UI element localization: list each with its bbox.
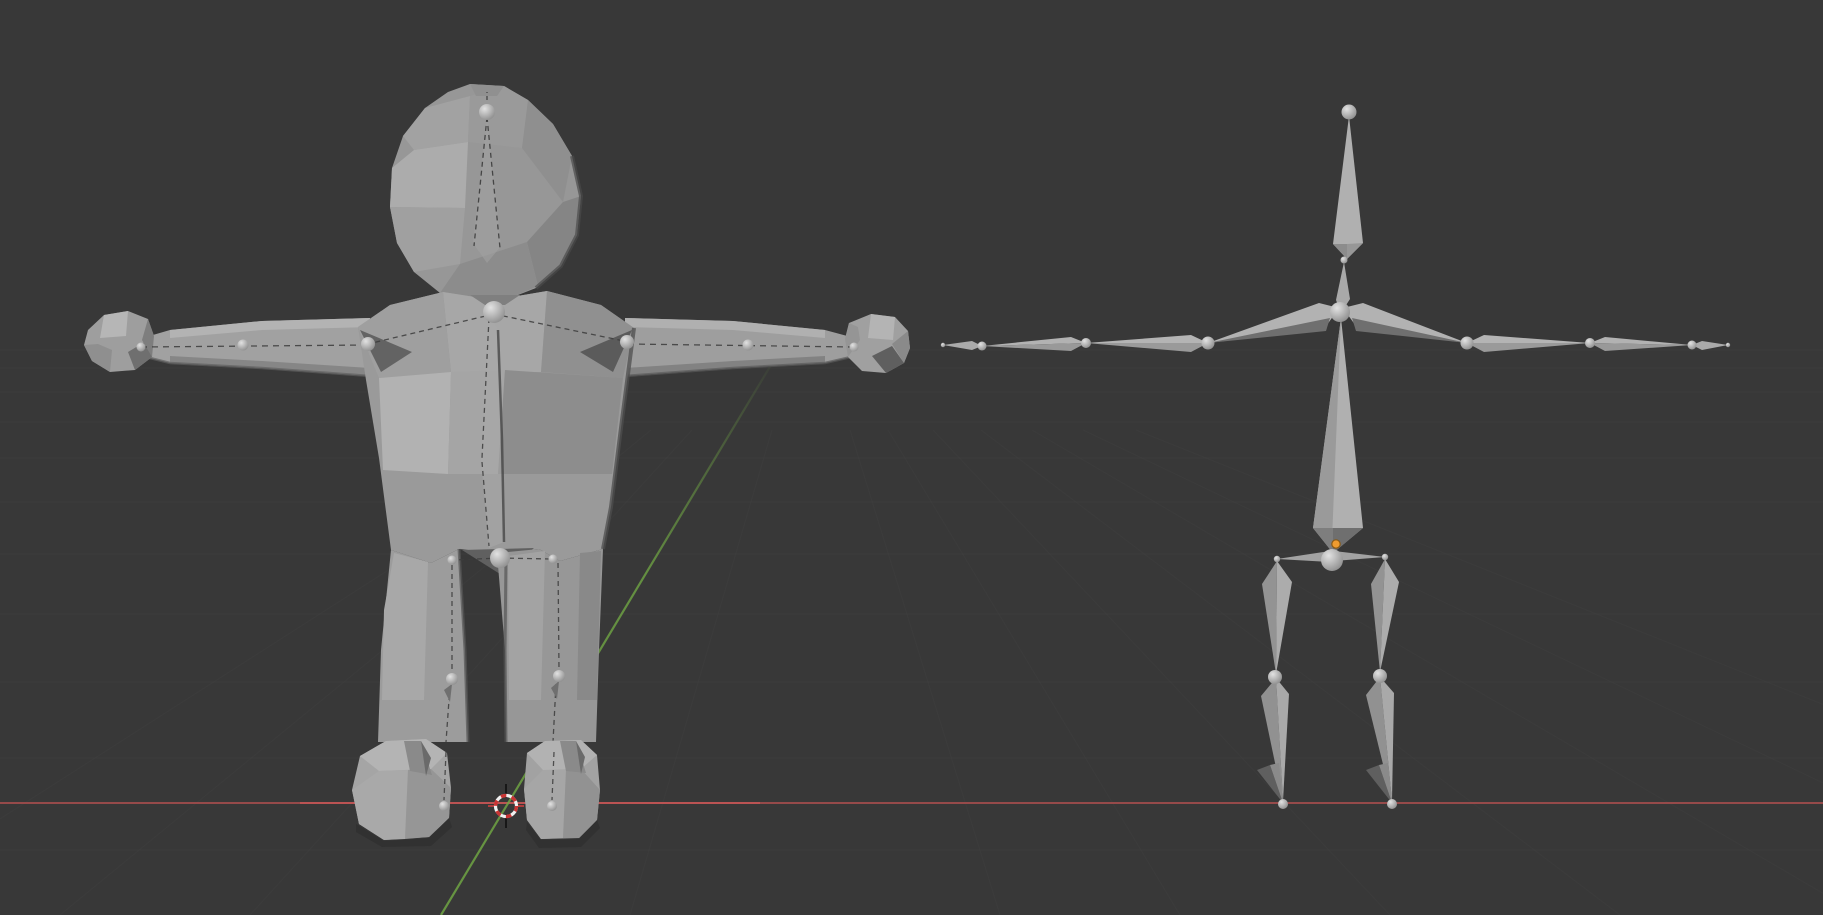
character-shape	[508, 551, 545, 700]
character-shape	[361, 337, 375, 351]
armature-shape	[1688, 341, 1697, 350]
character-shape	[743, 340, 754, 351]
armature-shape	[1081, 338, 1091, 348]
character-shape	[868, 314, 895, 340]
armature-shape	[1332, 540, 1340, 548]
character-shape	[483, 301, 505, 323]
armature-shape	[1382, 554, 1388, 560]
armature-shape	[1341, 257, 1348, 264]
character-shape	[100, 311, 128, 338]
viewport-canvas	[0, 0, 1823, 915]
armature-shape	[1268, 670, 1282, 684]
blender-3d-viewport[interactable]	[0, 0, 1823, 915]
armature-shape	[1278, 799, 1288, 809]
armature-shape	[1321, 549, 1343, 571]
armature-shape	[1387, 799, 1397, 809]
character-shape	[549, 555, 558, 564]
character-shape	[577, 551, 601, 700]
armature-shape	[978, 342, 987, 351]
character-shape	[498, 370, 623, 474]
character-shape	[137, 343, 146, 352]
character-shape	[446, 673, 458, 685]
armature-shape	[1330, 302, 1350, 322]
character-shape	[620, 335, 634, 349]
character-shape	[238, 340, 249, 351]
armature-shape	[1373, 669, 1387, 683]
character-shape	[448, 556, 457, 565]
character-shape	[490, 548, 510, 568]
character-shape	[439, 801, 449, 811]
armature-shape	[1202, 337, 1215, 350]
character-shape	[505, 556, 506, 742]
armature-shape	[1585, 338, 1595, 348]
armature-shape	[1726, 343, 1730, 347]
character-shape	[553, 670, 565, 682]
armature-shape	[1461, 337, 1474, 350]
character-shape	[379, 372, 451, 474]
character-shape	[479, 104, 495, 120]
character-shape	[547, 801, 557, 811]
character-shape	[850, 343, 859, 352]
armature-shape	[941, 343, 945, 347]
armature-shape	[1274, 556, 1280, 562]
armature-shape	[1342, 105, 1357, 120]
